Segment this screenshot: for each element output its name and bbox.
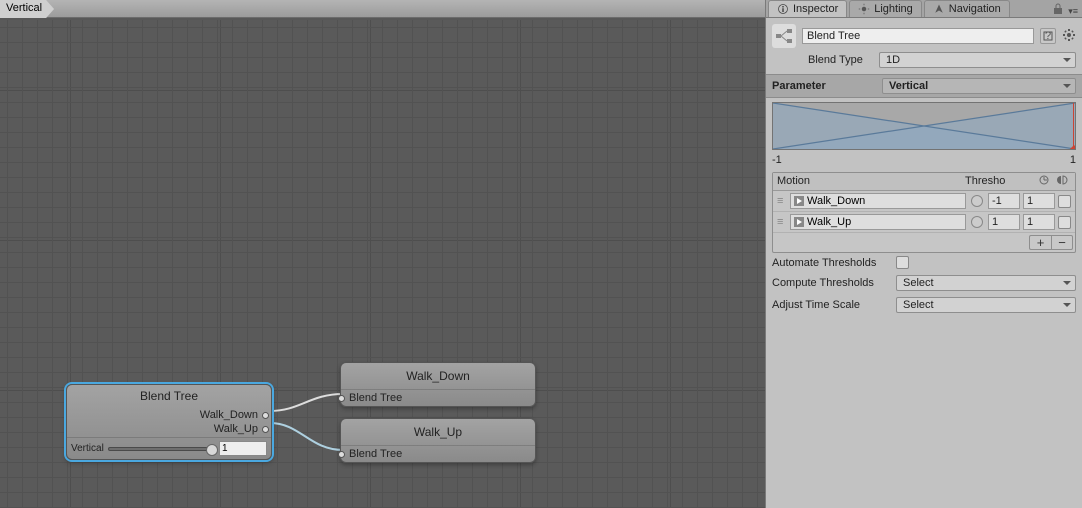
blend-tree-node[interactable]: Blend Tree Walk_Down Walk_Up Vertical [66, 384, 272, 460]
motion-list: Motion Thresho ≡ Walk_Down ≡ Walk_Up [772, 172, 1076, 253]
threshold-input[interactable] [988, 214, 1020, 230]
object-picker-button[interactable] [971, 195, 983, 207]
automate-checkbox[interactable] [896, 256, 909, 269]
col-motion: Motion [777, 175, 965, 188]
threshold-input[interactable] [988, 193, 1020, 209]
blend-marker[interactable] [1073, 103, 1074, 149]
graph-breadcrumb-bar [0, 0, 765, 18]
mirror-checkbox[interactable] [1058, 195, 1071, 208]
node-value-input[interactable] [219, 441, 267, 456]
tab-label: Lighting [874, 3, 913, 15]
drag-handle-icon[interactable]: ≡ [777, 216, 787, 228]
node-port: Walk_Down [67, 409, 271, 423]
blend-type-label: Blend Type [808, 54, 873, 66]
tab-label: Inspector [793, 3, 838, 15]
node-title: Blend Tree [67, 385, 271, 409]
info-icon [777, 3, 789, 15]
parameter-dropdown[interactable]: Vertical [882, 78, 1076, 94]
object-name-input[interactable] [802, 28, 1034, 44]
node-port: Walk_Up [67, 423, 271, 437]
motion-field[interactable]: Walk_Up [790, 214, 966, 230]
col-threshold: Thresho [965, 175, 1035, 188]
add-motion-button[interactable]: + [1029, 235, 1051, 250]
help-button[interactable]: ? [1040, 28, 1056, 44]
blend-tree-icon [772, 24, 796, 48]
clip-icon [794, 217, 804, 227]
adjust-label: Adjust Time Scale [772, 299, 892, 311]
node-slider[interactable] [108, 447, 215, 451]
tab-navigation[interactable]: Navigation [924, 0, 1010, 17]
compute-dropdown[interactable]: Select [896, 275, 1076, 291]
svg-text:?: ? [1045, 31, 1051, 41]
mirror-icon [1053, 175, 1071, 188]
range-min: -1 [772, 154, 782, 166]
parameter-label: Parameter [772, 80, 882, 92]
navigation-icon [933, 3, 945, 15]
animator-graph-panel[interactable]: Vertical Blend Tree Walk_Down Walk_Up Ve… [0, 0, 765, 508]
motion-row: ≡ Walk_Down [773, 191, 1075, 212]
mirror-checkbox[interactable] [1058, 216, 1071, 229]
tab-lighting[interactable]: Lighting [849, 0, 922, 17]
tab-inspector[interactable]: Inspector [768, 0, 847, 17]
inspector-tabbar: Inspector Lighting Navigation ▾≡ [766, 0, 1082, 18]
clip-icon [794, 196, 804, 206]
automate-label: Automate Thresholds [772, 257, 892, 269]
inspector-panel: Inspector Lighting Navigation ▾≡ ? Blend… [765, 0, 1082, 508]
blend-diagram[interactable] [772, 102, 1076, 150]
port-dot-icon[interactable] [262, 412, 269, 419]
node-param-label: Vertical [71, 443, 104, 454]
slider-thumb-icon[interactable] [206, 444, 218, 456]
motion-node-walk-down[interactable]: Walk_Down Blend Tree [340, 362, 536, 407]
drag-handle-icon[interactable]: ≡ [777, 195, 787, 207]
speed-input[interactable] [1023, 214, 1055, 230]
node-title: Walk_Up [341, 419, 535, 445]
remove-motion-button[interactable]: − [1051, 235, 1073, 250]
motion-row: ≡ Walk_Up [773, 212, 1075, 233]
motion-field[interactable]: Walk_Down [790, 193, 966, 209]
object-picker-button[interactable] [971, 216, 983, 228]
timescale-icon [1035, 175, 1053, 188]
speed-input[interactable] [1023, 193, 1055, 209]
motion-node-walk-up[interactable]: Walk_Up Blend Tree [340, 418, 536, 463]
panel-menu-icon[interactable]: ▾≡ [1068, 6, 1078, 17]
compute-label: Compute Thresholds [772, 277, 892, 289]
blend-type-dropdown[interactable]: 1D [879, 52, 1076, 68]
node-sub: Blend Tree [341, 389, 535, 406]
node-title: Walk_Down [341, 363, 535, 389]
range-max: 1 [1070, 154, 1076, 166]
adjust-dropdown[interactable]: Select [896, 297, 1076, 313]
port-dot-icon[interactable] [338, 451, 345, 458]
gear-icon[interactable] [1062, 28, 1076, 45]
lock-icon[interactable] [1052, 3, 1064, 15]
node-sub: Blend Tree [341, 445, 535, 462]
tab-label: Navigation [949, 3, 1001, 15]
port-dot-icon[interactable] [262, 426, 269, 433]
sun-icon [858, 3, 870, 15]
port-dot-icon[interactable] [338, 395, 345, 402]
breadcrumb-current[interactable]: Vertical [0, 0, 54, 18]
